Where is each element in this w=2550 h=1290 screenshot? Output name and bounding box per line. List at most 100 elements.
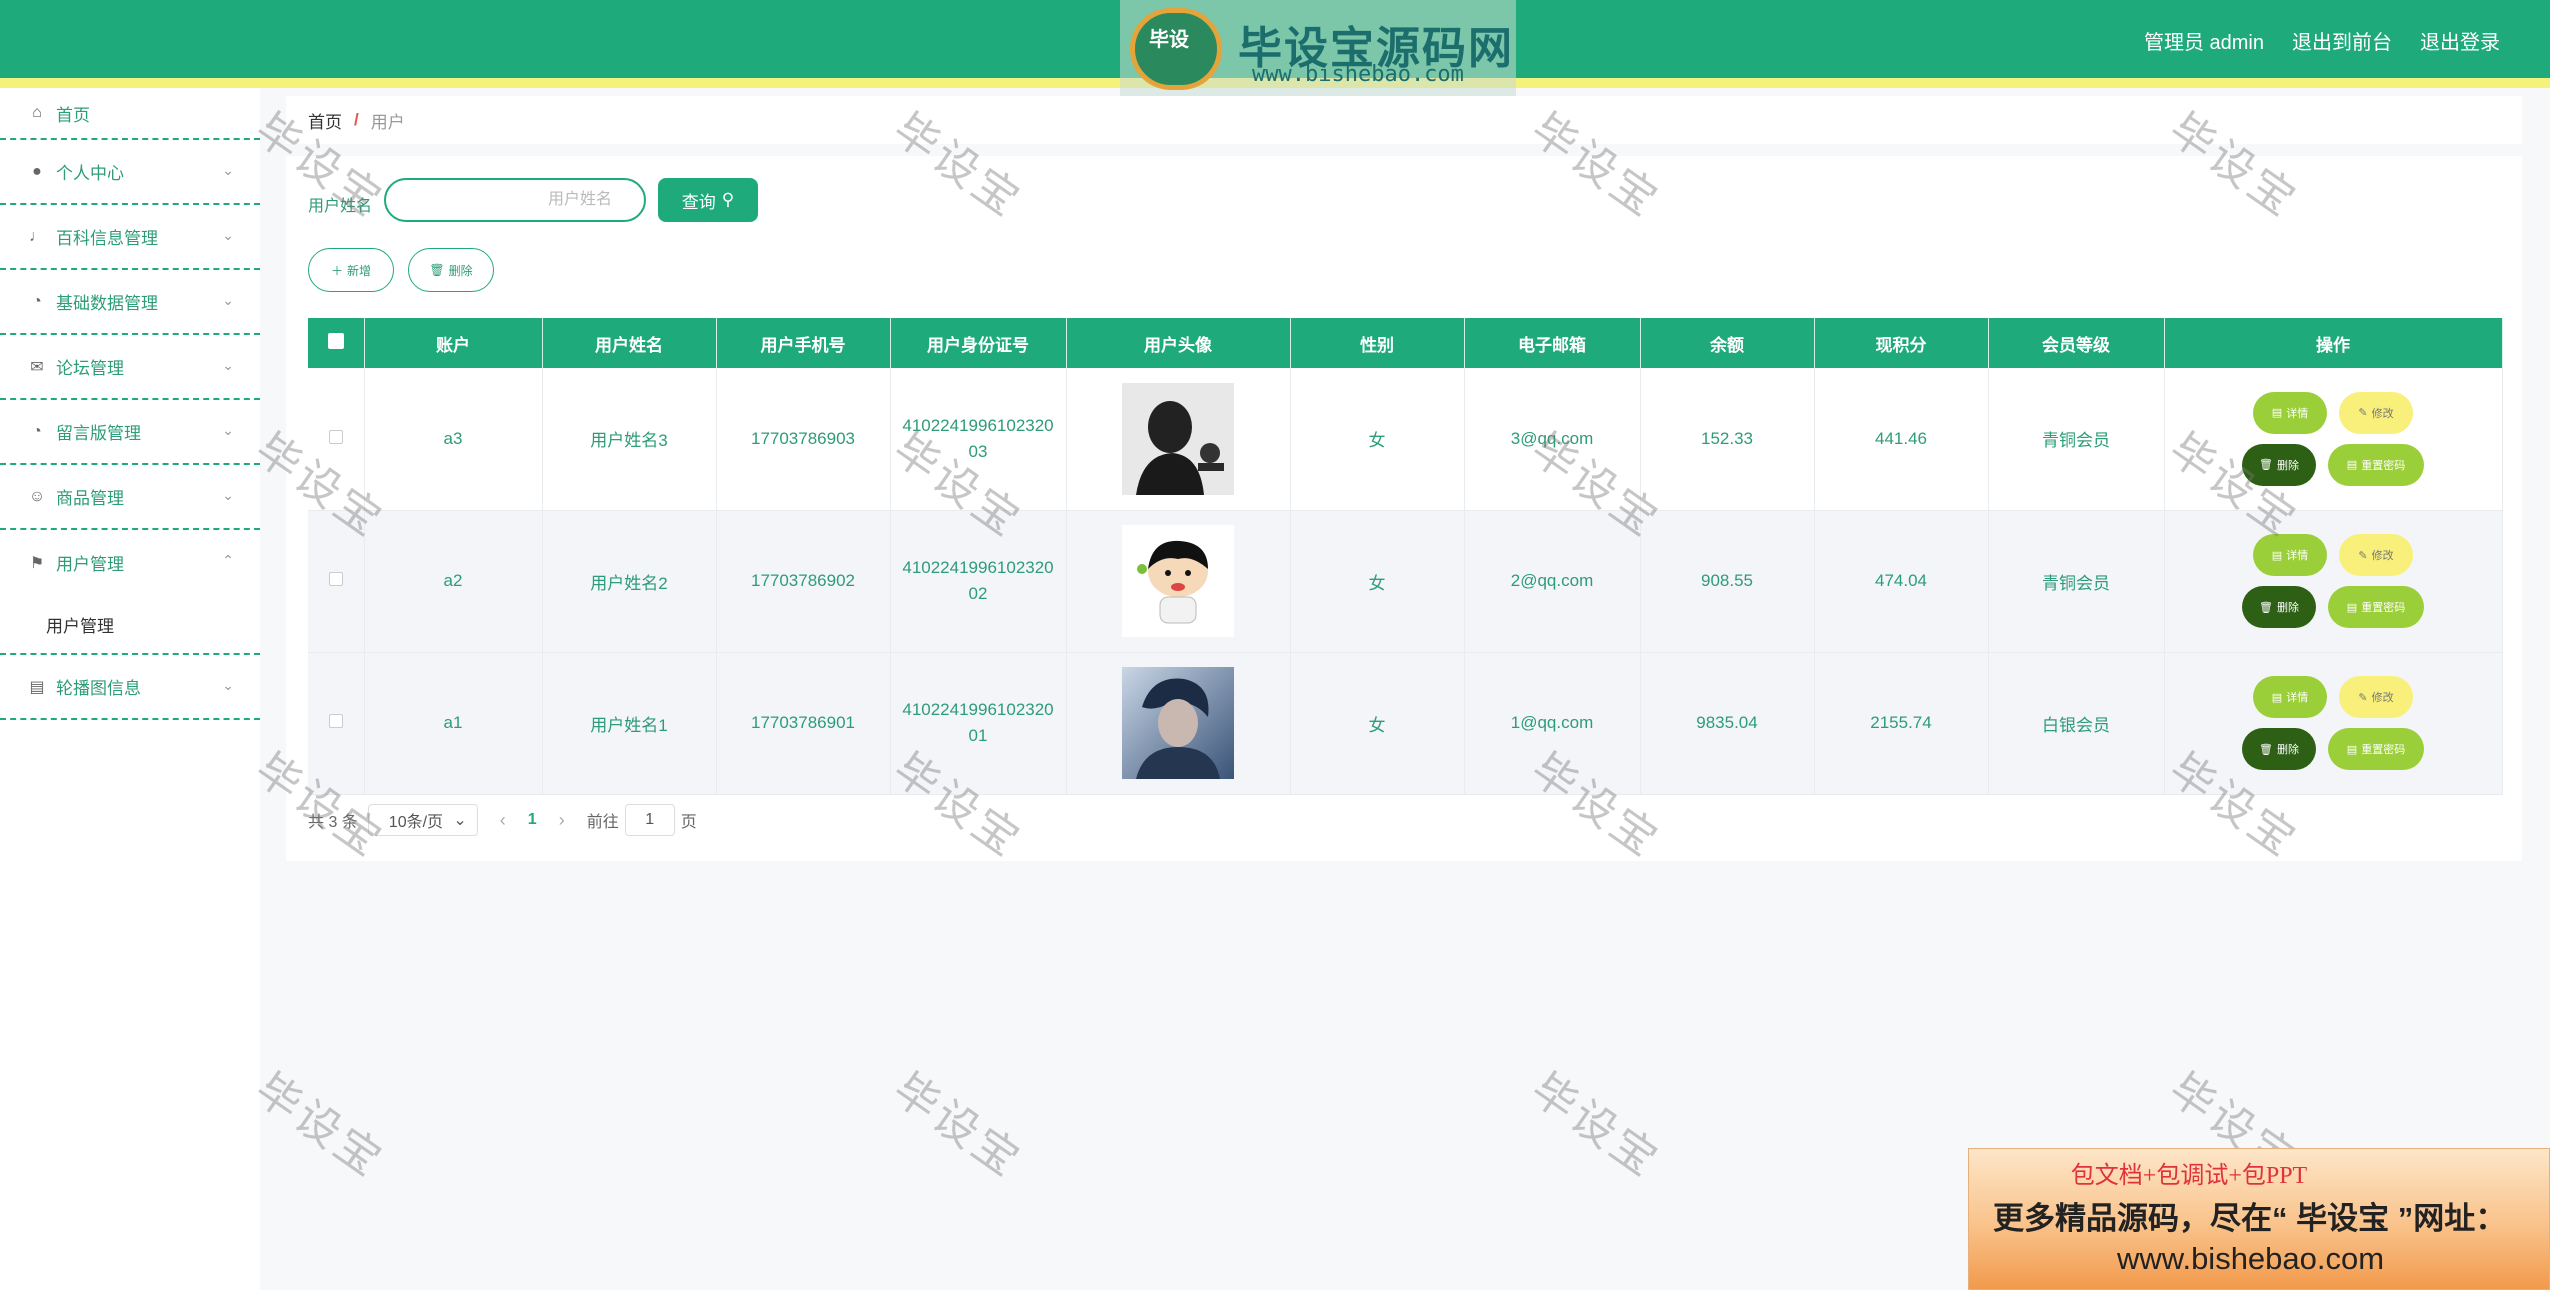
search-input[interactable] <box>384 178 646 222</box>
cell-gender: 女 <box>1290 652 1465 795</box>
next-page-button[interactable]: › <box>559 810 565 831</box>
sidebar-item-goods[interactable]: ☺ 商品管理 ⌄ <box>0 465 260 530</box>
cell-points: 441.46 <box>1814 368 1989 511</box>
home-icon: ⌂ <box>32 104 42 121</box>
chevron-down-icon: ⌄ <box>453 812 467 829</box>
gauge-icon: ◔ <box>32 422 42 440</box>
column-header[interactable]: 性别 <box>1290 318 1465 368</box>
detail-button[interactable]: ▤ 详情 <box>2253 534 2327 576</box>
pencil-icon: ✎ <box>2358 549 2368 562</box>
search-icon: ⚲ <box>721 190 735 209</box>
logo-badge-icon: 毕设 <box>1130 8 1222 90</box>
delete-button[interactable]: 🗑 删除 <box>2242 728 2316 770</box>
cell-balance: 908.55 <box>1640 510 1815 653</box>
batch-delete-button[interactable]: 🗑 删除 <box>408 248 494 292</box>
column-header: 操作 <box>2164 318 2503 368</box>
detail-button[interactable]: ▤ 详情 <box>2253 676 2327 718</box>
user-icon: ● <box>32 162 42 180</box>
sidebar-item-basic-data[interactable]: ◔ 基础数据管理 ⌄ <box>0 270 260 335</box>
exit-to-front-link[interactable]: 退出到前台 <box>2292 26 2392 55</box>
flag-icon: ⚑ <box>29 554 45 572</box>
column-header[interactable]: 电子邮箱 <box>1464 318 1641 368</box>
compass-icon: ◔ <box>32 292 42 310</box>
promo-banner[interactable]: 包文档+包调试+包PPT 更多精品源码，尽在“ 毕设宝 ”网址： www.bis… <box>1968 1148 2550 1290</box>
select-all-checkbox[interactable] <box>327 332 344 349</box>
sidebar-item-message-board[interactable]: ◔ 留言版管理 ⌄ <box>0 400 260 465</box>
pagination: 共 3 条 10条/页 ⌄ ‹ 1 › 前往 页 <box>308 804 697 836</box>
trash-icon: 🗑 <box>2259 743 2273 756</box>
reset-password-button[interactable]: ▤ 重置密码 <box>2328 586 2424 628</box>
cell-phone: 17703786901 <box>716 652 891 795</box>
breadcrumb-separator: / <box>354 110 359 129</box>
row-checkbox[interactable] <box>328 714 343 728</box>
cell-gender: 女 <box>1290 510 1465 653</box>
user-list-panel: 用户姓名 查询 ⚲ ＋ 新增 🗑 删除 账户 用户姓名 用户手机号 用户身份证号… <box>286 156 2522 861</box>
detail-button[interactable]: ▤ 详情 <box>2253 391 2327 434</box>
sidebar-item-personal-center[interactable]: ● 个人中心 ⌄ <box>0 140 260 205</box>
edit-button[interactable]: ✎ 修改 <box>2339 534 2413 576</box>
site-logo-watermark: 毕设 毕设宝源码网 www.bishebao.com <box>1120 0 1516 96</box>
user-avatar-image[interactable] <box>1122 382 1234 495</box>
goto-prefix: 前往 <box>586 814 619 831</box>
column-header[interactable]: 账户 <box>364 318 543 368</box>
mail-icon: ✉ <box>30 358 44 376</box>
logout-link[interactable]: 退出登录 <box>2420 26 2500 55</box>
cell-id-number: 410224199610232002 <box>890 510 1067 653</box>
doc-icon: ▤ <box>2346 459 2358 472</box>
sidebar-item-forum[interactable]: ✉ 论坛管理 ⌄ <box>0 335 260 400</box>
pagination-total: 共 3 条 <box>308 814 358 831</box>
row-checkbox[interactable] <box>328 572 343 586</box>
sidebar-item-encyclopedia[interactable]: ♩ 百科信息管理 ⌄ <box>0 205 260 270</box>
column-header[interactable]: 用户手机号 <box>716 318 891 368</box>
promo-line-3: www.bishebao.com <box>2117 1241 2385 1276</box>
delete-button[interactable]: 🗑 删除 <box>2242 443 2316 486</box>
goto-page-input[interactable] <box>624 804 675 836</box>
sidebar-item-carousel[interactable]: ▤ 轮播图信息 ⌄ <box>0 655 260 720</box>
cell-name: 用户姓名3 <box>542 368 717 511</box>
doc-icon: ▤ <box>2271 691 2283 704</box>
add-button[interactable]: ＋ 新增 <box>308 248 394 292</box>
row-actions: ▤ 详情 ✎ 修改 🗑 删除 ▤ 重置密码 <box>2233 676 2433 770</box>
column-header[interactable]: 会员等级 <box>1988 318 2165 368</box>
chevron-down-icon: ⌄ <box>222 162 234 178</box>
row-actions: ▤ 详情 ✎ 修改 🗑 删除 ▤ 重置密码 <box>2233 534 2433 628</box>
sidebar-item-home[interactable]: ⌂ 首页 <box>0 88 260 140</box>
sidebar-subitem-user-management[interactable]: 用户管理 <box>0 595 260 655</box>
column-header[interactable]: 用户身份证号 <box>890 318 1067 368</box>
page-size-select[interactable]: 10条/页 ⌄ <box>367 804 478 836</box>
column-header[interactable]: 用户姓名 <box>542 318 717 368</box>
cell-name: 用户姓名1 <box>542 652 717 795</box>
breadcrumb-home[interactable]: 首页 <box>308 108 342 133</box>
cell-name: 用户姓名2 <box>542 510 717 653</box>
sidebar-menu: ⌂ 首页 ● 个人中心 ⌄ ♩ 百科信息管理 ⌄ ◔ 基础数据管理 ⌄ ✉ 论坛… <box>0 88 260 1290</box>
cell-phone: 17703786902 <box>716 510 891 653</box>
cell-id-number: 410224199610232001 <box>890 652 1067 795</box>
promo-line-1: 包文档+包调试+包PPT <box>2070 1163 2308 1189</box>
pencil-icon: ✎ <box>2358 407 2368 420</box>
user-avatar-image[interactable] <box>1122 525 1234 637</box>
reset-password-button[interactable]: ▤ 重置密码 <box>2328 443 2424 486</box>
column-header[interactable]: 用户头像 <box>1066 318 1291 368</box>
cell-email: 1@qq.com <box>1464 652 1641 795</box>
edit-button[interactable]: ✎ 修改 <box>2339 391 2413 434</box>
sidebar-item-user-management[interactable]: ⚑ 用户管理 ⌃ <box>0 530 260 595</box>
pencil-icon: ✎ <box>2358 691 2368 704</box>
row-checkbox[interactable] <box>328 429 343 444</box>
user-avatar-image[interactable] <box>1122 667 1234 779</box>
delete-button[interactable]: 🗑 删除 <box>2242 586 2316 628</box>
chevron-up-icon: ⌃ <box>222 552 234 568</box>
prev-page-button[interactable]: ‹ <box>500 810 506 831</box>
cell-account: a3 <box>364 368 543 511</box>
mic-icon: ♩ <box>29 227 45 245</box>
cell-email: 3@qq.com <box>1464 368 1641 511</box>
reset-password-button[interactable]: ▤ 重置密码 <box>2328 728 2424 770</box>
column-header[interactable]: 余额 <box>1640 318 1815 368</box>
current-page-number[interactable]: 1 <box>528 811 537 829</box>
edit-button[interactable]: ✎ 修改 <box>2339 676 2413 718</box>
cell-level: 青铜会员 <box>1988 510 2165 653</box>
table-row: a2 用户姓名2 17703786902 410224199610232002 <box>308 510 2503 653</box>
column-header[interactable]: 现积分 <box>1814 318 1989 368</box>
table-row: a3 用户姓名3 17703786903 410224199610232003 … <box>308 368 2503 511</box>
query-button[interactable]: 查询 ⚲ <box>658 178 758 222</box>
chevron-down-icon: ⌄ <box>222 227 234 243</box>
